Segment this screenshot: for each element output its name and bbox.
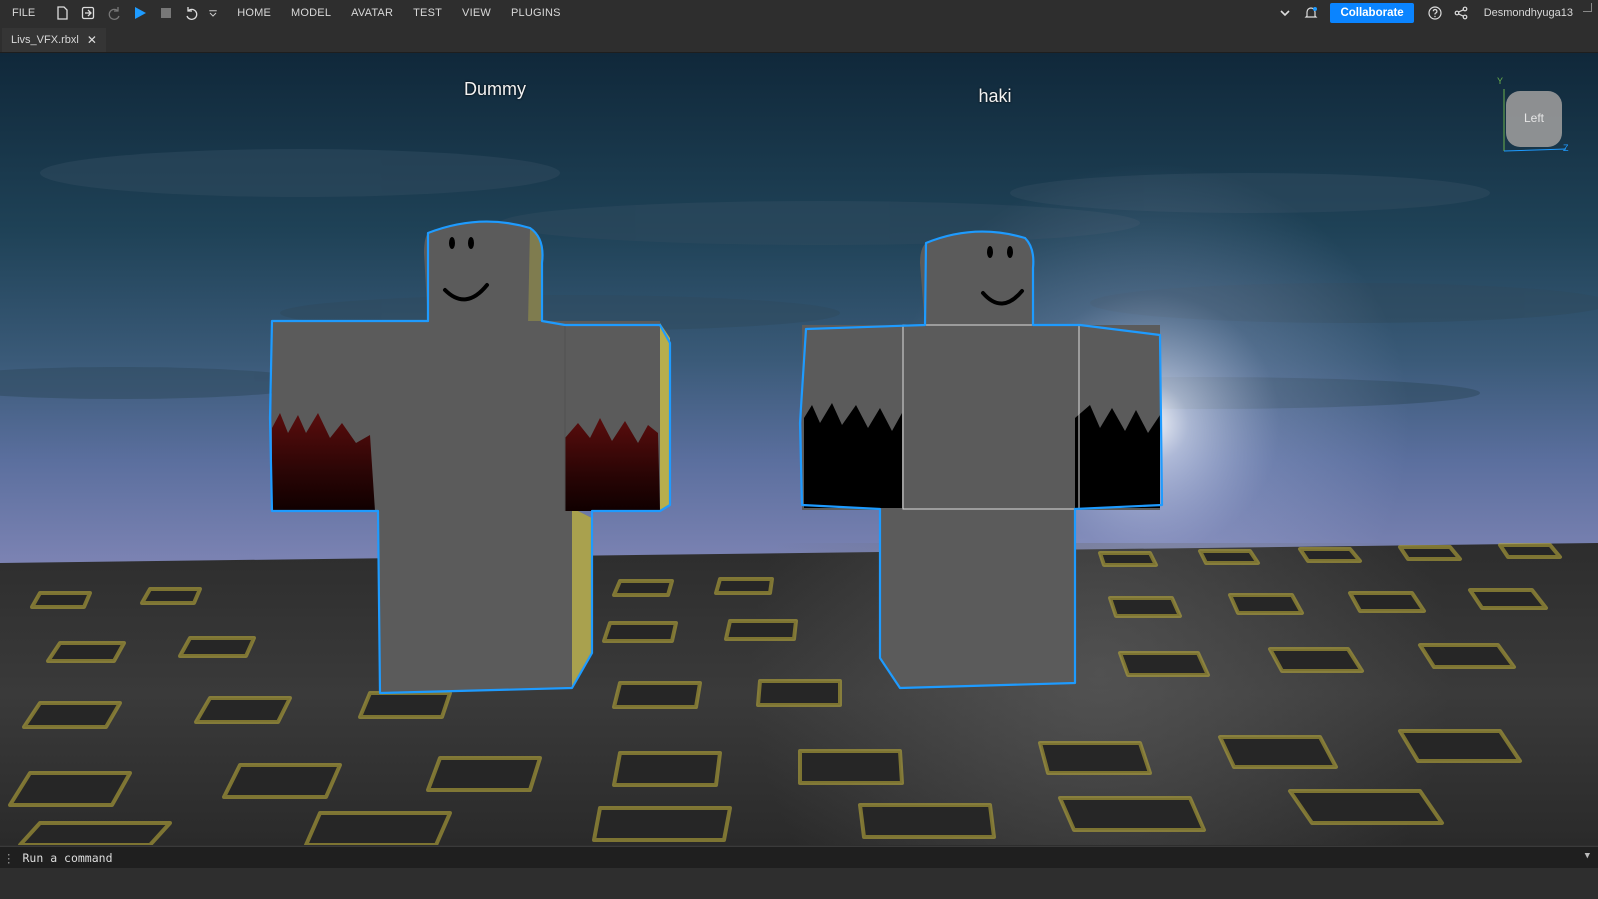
chevron-down-icon[interactable] xyxy=(1274,2,1296,24)
new-file-icon[interactable] xyxy=(51,2,73,24)
publish-icon[interactable] xyxy=(77,2,99,24)
viewcube-face-label[interactable]: Left xyxy=(1506,111,1562,125)
tab-livs-vfx[interactable]: Livs_VFX.rbxl ✕ xyxy=(2,28,106,52)
menu-view[interactable]: VIEW xyxy=(462,7,491,19)
top-menubar: FILE HOME MODEL AVATAR TEST VIEW PLUGINS… xyxy=(0,0,1598,26)
axis-z-label: Z xyxy=(1563,143,1569,153)
help-icon[interactable] xyxy=(1424,2,1446,24)
chevron-down-icon[interactable]: ▼ xyxy=(1585,851,1590,861)
collaborate-button[interactable]: Collaborate xyxy=(1330,3,1414,23)
scene-render xyxy=(0,53,1598,845)
dummy-nameplate: Dummy xyxy=(464,79,526,99)
corner-resize-icon xyxy=(1583,2,1592,12)
document-tabbar: Livs_VFX.rbxl ✕ xyxy=(0,26,1598,53)
redo-icon[interactable] xyxy=(103,2,125,24)
menu-model[interactable]: MODEL xyxy=(291,7,331,19)
topbar-right: Collaborate Desmondhyuga13 xyxy=(1274,0,1598,26)
menu-avatar[interactable]: AVATAR xyxy=(351,7,393,19)
menu-test[interactable]: TEST xyxy=(413,7,442,19)
file-menu[interactable]: FILE xyxy=(12,7,35,19)
axis-y-label: Y xyxy=(1497,76,1504,86)
grip-icon[interactable]: ⋮ xyxy=(3,851,15,865)
play-icon[interactable] xyxy=(129,2,151,24)
bottom-panel xyxy=(0,868,1598,899)
undo-icon[interactable] xyxy=(181,2,203,24)
command-input[interactable]: Run a command xyxy=(23,851,113,865)
notification-bell-icon[interactable] xyxy=(1300,2,1322,24)
stop-icon[interactable] xyxy=(155,2,177,24)
haki-nameplate: haki xyxy=(978,86,1012,106)
username-label[interactable]: Desmondhyuga13 xyxy=(1484,7,1573,19)
menu-home[interactable]: HOME xyxy=(237,7,271,19)
tab-label: Livs_VFX.rbxl xyxy=(11,34,79,46)
3d-viewport[interactable]: Dummy haki Left Y Z xyxy=(0,53,1598,845)
close-icon[interactable]: ✕ xyxy=(87,33,97,47)
quick-access-dropdown-icon[interactable] xyxy=(207,2,219,24)
share-icon[interactable] xyxy=(1450,2,1472,24)
menu-plugins[interactable]: PLUGINS xyxy=(511,7,561,19)
command-bar[interactable]: ⋮ Run a command ▼ xyxy=(0,846,1598,869)
